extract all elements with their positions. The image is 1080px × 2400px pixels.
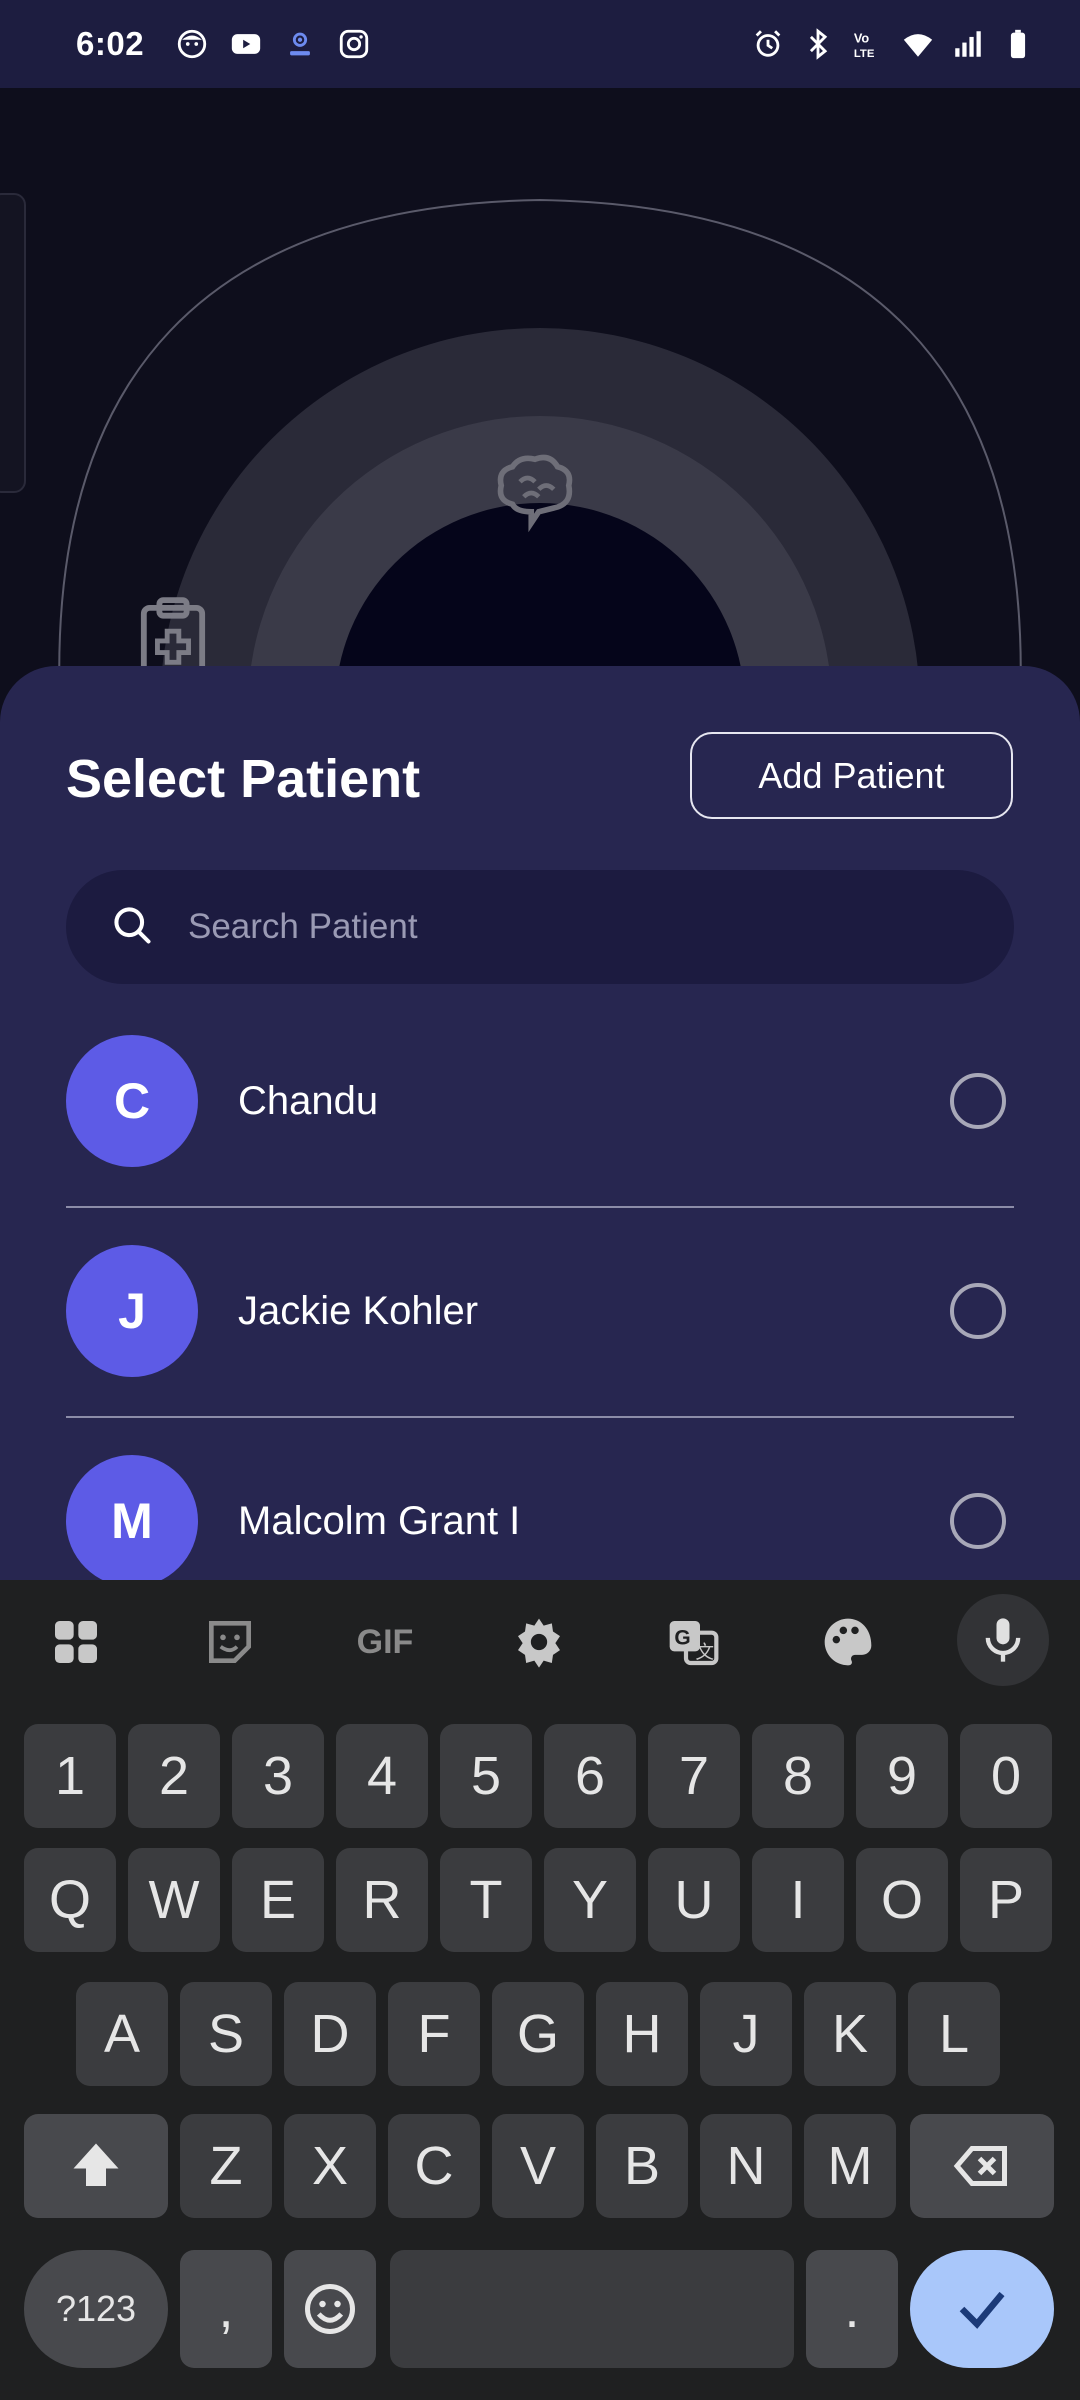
- sticker-icon[interactable]: [190, 1602, 270, 1682]
- select-radio[interactable]: [950, 1493, 1006, 1549]
- period-key[interactable]: .: [806, 2250, 898, 2368]
- face-icon: [174, 26, 210, 62]
- key-7[interactable]: 7: [648, 1724, 740, 1828]
- key-w[interactable]: W: [128, 1848, 220, 1952]
- checkmark-icon: [959, 2291, 1005, 2329]
- system-icons: Vo LTE: [750, 26, 1036, 62]
- instagram-icon: [336, 26, 372, 62]
- shift-key[interactable]: [24, 2114, 168, 2218]
- key-0[interactable]: 0: [960, 1724, 1052, 1828]
- search-patient-field[interactable]: Search Patient: [66, 870, 1014, 984]
- key-n[interactable]: N: [700, 2114, 792, 2218]
- select-radio[interactable]: [950, 1073, 1006, 1129]
- avatar: C: [66, 1035, 198, 1167]
- volte-icon: Vo LTE: [850, 26, 886, 62]
- key-5[interactable]: 5: [440, 1724, 532, 1828]
- mic-icon[interactable]: [957, 1594, 1049, 1686]
- key-s[interactable]: S: [180, 1982, 272, 2086]
- key-i[interactable]: I: [752, 1848, 844, 1952]
- emoji-icon: [305, 2284, 355, 2334]
- youtube-icon: [228, 26, 264, 62]
- svg-text:Vo: Vo: [854, 31, 870, 46]
- key-9[interactable]: 9: [856, 1724, 948, 1828]
- app-background: [0, 88, 1080, 708]
- signal-icon: [950, 26, 986, 62]
- keyboard-toolbar: GIF G文: [0, 1580, 1080, 1700]
- settings-icon[interactable]: [499, 1602, 579, 1682]
- key-8[interactable]: 8: [752, 1724, 844, 1828]
- key-2[interactable]: 2: [128, 1724, 220, 1828]
- key-m[interactable]: M: [804, 2114, 896, 2218]
- patient-row[interactable]: C Chandu: [66, 1034, 1014, 1168]
- key-t[interactable]: T: [440, 1848, 532, 1952]
- palette-icon[interactable]: [808, 1602, 888, 1682]
- key-e[interactable]: E: [232, 1848, 324, 1952]
- done-key[interactable]: [910, 2250, 1054, 2368]
- select-patient-sheet: Select Patient Add Patient Search Patien…: [0, 666, 1080, 1666]
- bluetooth-icon: [800, 26, 836, 62]
- key-z[interactable]: Z: [180, 2114, 272, 2218]
- key-l[interactable]: L: [908, 1982, 1000, 2086]
- patient-name: Malcolm Grant I: [238, 1498, 521, 1543]
- patient-row[interactable]: M Malcolm Grant I: [66, 1454, 1014, 1588]
- podcast-icon: [282, 26, 318, 62]
- key-j[interactable]: J: [700, 1982, 792, 2086]
- add-patient-button[interactable]: Add Patient: [690, 732, 1013, 819]
- translate-icon[interactable]: G文: [653, 1602, 733, 1682]
- key-p[interactable]: P: [960, 1848, 1052, 1952]
- key-b[interactable]: B: [596, 2114, 688, 2218]
- key-3[interactable]: 3: [232, 1724, 324, 1828]
- key-6[interactable]: 6: [544, 1724, 636, 1828]
- soft-keyboard: GIF G文 1 2 3 4 5 6 7 8 9 0 Q W E R T Y U…: [0, 1580, 1080, 2400]
- comma-key[interactable]: ,: [180, 2250, 272, 2368]
- divider: [66, 1206, 1014, 1208]
- gif-label: GIF: [356, 1622, 414, 1661]
- key-o[interactable]: O: [856, 1848, 948, 1952]
- key-r[interactable]: R: [336, 1848, 428, 1952]
- apps-icon[interactable]: [36, 1602, 116, 1682]
- shift-icon: [73, 2143, 119, 2186]
- key-u[interactable]: U: [648, 1848, 740, 1952]
- patient-name: Jackie Kohler: [238, 1288, 479, 1333]
- status-bar: 6:02 Vo LTE: [0, 0, 1080, 88]
- key-1[interactable]: 1: [24, 1724, 116, 1828]
- side-drawer-handle[interactable]: [0, 193, 26, 493]
- symbols-key[interactable]: ?123: [24, 2250, 168, 2368]
- space-key[interactable]: [390, 2250, 794, 2368]
- gif-icon[interactable]: GIF: [345, 1602, 425, 1682]
- sheet-title: Select Patient: [66, 749, 421, 809]
- key-f[interactable]: F: [388, 1982, 480, 2086]
- wifi-icon: [900, 26, 936, 62]
- key-k[interactable]: K: [804, 1982, 896, 2086]
- key-v[interactable]: V: [492, 2114, 584, 2218]
- backspace-key[interactable]: [910, 2114, 1054, 2218]
- key-y[interactable]: Y: [544, 1848, 636, 1952]
- search-icon: [110, 903, 154, 952]
- patient-row[interactable]: J Jackie Kohler: [66, 1244, 1014, 1378]
- avatar: M: [66, 1455, 198, 1587]
- key-d[interactable]: D: [284, 1982, 376, 2086]
- emoji-key[interactable]: [284, 2250, 376, 2368]
- key-4[interactable]: 4: [336, 1724, 428, 1828]
- avatar: J: [66, 1245, 198, 1377]
- brain-icon: [490, 448, 580, 538]
- svg-text:文: 文: [695, 1642, 714, 1663]
- select-radio[interactable]: [950, 1283, 1006, 1339]
- svg-text:LTE: LTE: [854, 48, 875, 60]
- svg-text:G: G: [674, 1626, 690, 1649]
- divider: [66, 1416, 1014, 1418]
- alarm-icon: [750, 26, 786, 62]
- key-g[interactable]: G: [492, 1982, 584, 2086]
- patient-name: Chandu: [238, 1078, 379, 1123]
- battery-icon: [1000, 26, 1036, 62]
- search-placeholder: Search Patient: [188, 907, 418, 946]
- key-c[interactable]: C: [388, 2114, 480, 2218]
- key-x[interactable]: X: [284, 2114, 376, 2218]
- key-a[interactable]: A: [76, 1982, 168, 2086]
- status-time: 6:02: [76, 25, 145, 62]
- backspace-icon: [953, 2146, 1007, 2186]
- key-q[interactable]: Q: [24, 1848, 116, 1952]
- key-h[interactable]: H: [596, 1982, 688, 2086]
- notification-icons: [174, 26, 372, 62]
